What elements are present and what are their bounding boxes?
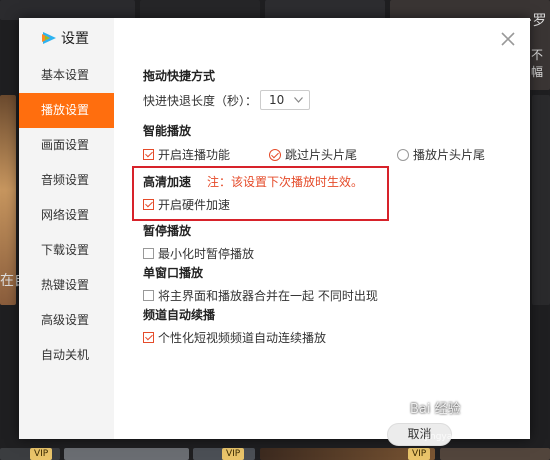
video-thumbnail[interactable]	[140, 0, 260, 20]
sidebar-item-basic[interactable]: 基本设置	[19, 58, 114, 93]
video-thumbnail[interactable]	[265, 0, 385, 20]
personalized-autoplay-checkbox[interactable]	[143, 332, 154, 343]
dialog-brand: 设置	[41, 29, 89, 47]
section-heading-channel-autoplay: 频道自动续播	[143, 308, 216, 322]
sidebar-item-advanced[interactable]: 高级设置	[19, 303, 114, 338]
sidebar-item-download[interactable]: 下载设置	[19, 233, 114, 268]
background-video-subtitle: 不幅	[531, 48, 544, 79]
settings-dialog: 设置 基本设置 播放设置 画面设置 音频设置 网络设置 下载设置 热键设置 高级…	[19, 18, 530, 446]
sidebar-item-auto-shutdown[interactable]: 自动关机	[19, 338, 114, 373]
dialog-title: 设置	[61, 31, 89, 47]
playback-settings-panel: 拖动快捷方式 快进快退长度（秒）： 10 智能播放 开启连播功能 跳过片头片尾 …	[143, 18, 513, 439]
personalized-autoplay-label: 个性化短视频频道自动连续播放	[158, 331, 327, 345]
section-heading-drag: 拖动快捷方式	[143, 69, 216, 83]
section-heading-pause: 暂停播放	[143, 224, 192, 238]
chevron-down-icon	[294, 97, 303, 103]
skip-intro-option[interactable]: 跳过片头片尾	[269, 146, 357, 163]
play-intro-radio[interactable]	[397, 148, 409, 161]
watermark: Bai 经验	[410, 402, 461, 417]
vip-badge: VIP	[408, 448, 431, 460]
tencent-video-logo-icon	[42, 32, 56, 44]
seek-length-label: 快进快退长度（秒）：	[143, 93, 258, 108]
continuous-play-option[interactable]: 开启连播功能	[143, 146, 230, 163]
vip-badge: VIP	[222, 448, 245, 460]
settings-nav: 基本设置 播放设置 画面设置 音频设置 网络设置 下载设置 热键设置 高级设置 …	[19, 58, 114, 373]
continuous-play-checkbox[interactable]	[143, 149, 154, 160]
background-video-title: ·罗	[528, 13, 547, 29]
continuous-play-label: 开启连播功能	[158, 148, 231, 162]
minimize-pause-label: 最小化时暂停播放	[158, 247, 255, 261]
play-intro-option[interactable]: 播放片头片尾	[397, 146, 485, 163]
sidebar-item-audio[interactable]: 音频设置	[19, 163, 114, 198]
watermark-url: jingyan.baidu.com	[425, 432, 509, 442]
sidebar-item-picture[interactable]: 画面设置	[19, 128, 114, 163]
settings-sidebar: 设置 基本设置 播放设置 画面设置 音频设置 网络设置 下载设置 热键设置 高级…	[19, 18, 114, 439]
seek-length-select[interactable]: 10	[260, 90, 311, 110]
video-thumbnail[interactable]	[440, 448, 550, 460]
skip-intro-label: 跳过片头片尾	[285, 148, 358, 162]
merge-window-checkbox[interactable]	[143, 290, 154, 301]
video-thumbnail[interactable]	[64, 448, 189, 460]
merge-window-option[interactable]: 将主界面和播放器合并在一起 不同时出现	[143, 287, 378, 304]
minimize-pause-option[interactable]: 最小化时暂停播放	[143, 245, 254, 262]
seek-length-value: 10	[269, 93, 285, 107]
section-heading-smart-play: 智能播放	[143, 124, 192, 138]
merge-window-label: 将主界面和播放器合并在一起 不同时出现	[158, 289, 378, 303]
section-heading-single-window: 单窗口播放	[143, 266, 204, 280]
annotation-highlight-box	[132, 166, 389, 221]
sidebar-item-hotkeys[interactable]: 热键设置	[19, 268, 114, 303]
video-thumbnail[interactable]	[0, 0, 135, 20]
personalized-autoplay-option[interactable]: 个性化短视频频道自动连续播放	[143, 329, 326, 346]
vip-badge: VIP	[30, 448, 53, 460]
play-intro-label: 播放片头片尾	[413, 148, 486, 162]
skip-intro-radio[interactable]	[269, 148, 281, 161]
seek-length-row: 快进快退长度（秒）： 10	[143, 90, 311, 110]
minimize-pause-checkbox[interactable]	[143, 248, 154, 259]
video-thumbnail[interactable]	[532, 95, 550, 305]
sidebar-item-playback[interactable]: 播放设置	[19, 93, 114, 128]
sidebar-item-network[interactable]: 网络设置	[19, 198, 114, 233]
